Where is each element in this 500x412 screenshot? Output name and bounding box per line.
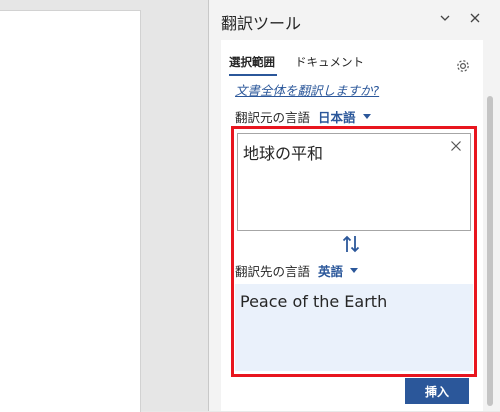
- translate-document-link[interactable]: 文書全体を翻訳しますか?: [235, 80, 379, 99]
- pane-title: 翻訳ツール: [221, 14, 302, 33]
- translator-pane: 翻訳ツール 選択範囲 ドキュメント 文書全体を翻訳しますか? 翻訳元の言語 日本…: [209, 0, 500, 411]
- swap-arrows-icon: [342, 235, 360, 253]
- document-area: [0, 0, 208, 412]
- scrollbar-thumb[interactable]: [487, 96, 493, 406]
- close-icon: [451, 141, 461, 151]
- caret-down-icon: [350, 268, 359, 273]
- source-language-label: 翻訳元の言語: [235, 110, 311, 125]
- tab-selection[interactable]: 選択範囲: [229, 54, 275, 70]
- pane-close-button[interactable]: [463, 6, 487, 30]
- pane-options-button[interactable]: [433, 6, 457, 30]
- source-text-box[interactable]: 地球の平和: [237, 133, 471, 231]
- settings-button[interactable]: [453, 56, 473, 76]
- swap-languages-button[interactable]: [341, 233, 361, 255]
- target-language-row: 翻訳先の言語 英語: [235, 261, 359, 280]
- target-language-label: 翻訳先の言語: [235, 264, 311, 279]
- target-language-value: 英語: [318, 264, 344, 279]
- translator-card: 選択範囲 ドキュメント 文書全体を翻訳しますか? 翻訳元の言語 日本語 地球の平…: [221, 40, 483, 411]
- gear-icon: [457, 60, 469, 72]
- active-tab-indicator: [229, 74, 277, 76]
- pane-scrollbar[interactable]: [485, 40, 495, 411]
- translation-output-text: Peace of the Earth: [240, 292, 388, 311]
- document-page[interactable]: [0, 10, 141, 412]
- source-language-dropdown[interactable]: 日本語: [318, 107, 371, 126]
- chevron-down-icon: [440, 15, 450, 21]
- caret-down-icon: [362, 114, 371, 119]
- insert-button[interactable]: 挿入: [405, 378, 469, 404]
- source-text: 地球の平和: [243, 144, 324, 163]
- translation-output-box: Peace of the Earth: [235, 284, 473, 371]
- source-language-value: 日本語: [318, 110, 356, 125]
- target-language-dropdown[interactable]: 英語: [318, 261, 359, 280]
- tab-document[interactable]: ドキュメント: [295, 54, 364, 70]
- clear-text-button[interactable]: [448, 138, 464, 154]
- highlight-frame: 地球の平和 翻訳先の言語 英語 Peace of the Earth: [231, 126, 477, 377]
- close-icon: [470, 13, 480, 23]
- source-language-row: 翻訳元の言語 日本語: [235, 107, 371, 126]
